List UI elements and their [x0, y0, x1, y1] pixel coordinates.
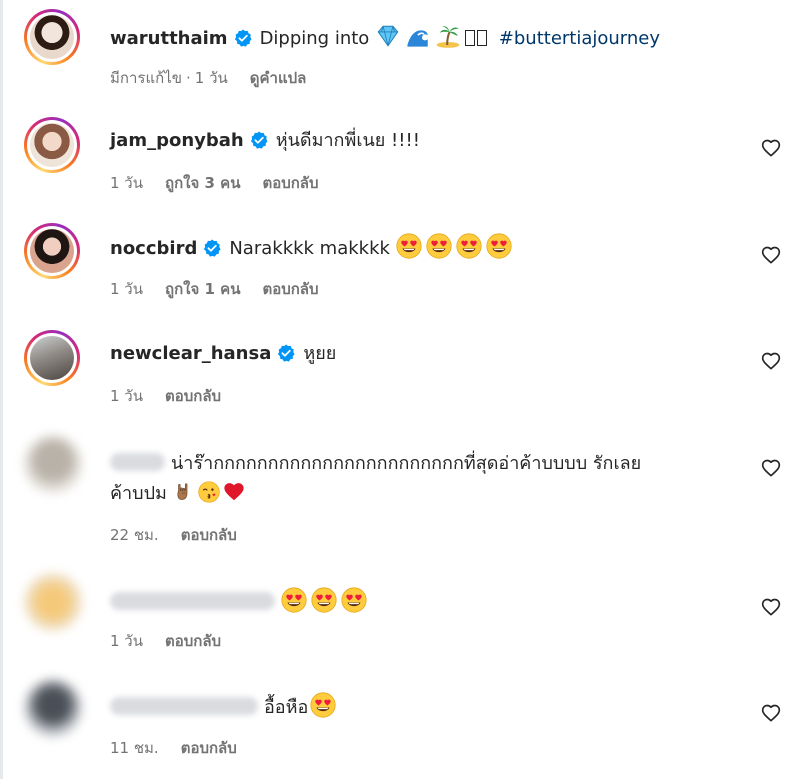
- avatar[interactable]: [24, 223, 80, 279]
- reply-button[interactable]: ตอบกลับ: [165, 387, 221, 405]
- comment-text: หูยย: [303, 343, 337, 364]
- wave-icon: [405, 23, 431, 49]
- verified-badge-icon: [250, 131, 268, 149]
- comment-text: อื้อหือ: [264, 697, 309, 718]
- timestamp[interactable]: 22 ชม.: [110, 526, 159, 544]
- username-blurred[interactable]: [110, 697, 258, 715]
- verified-badge-icon: [277, 344, 295, 362]
- reply-button[interactable]: ตอบกลับ: [165, 632, 221, 650]
- heart-eyes-icon: [310, 692, 336, 718]
- like-heart-icon[interactable]: [761, 597, 781, 617]
- like-heart-icon[interactable]: [761, 703, 781, 723]
- timestamp[interactable]: 1 วัน: [110, 632, 143, 650]
- rock-hand-icon: [173, 481, 195, 503]
- island-icon: [435, 23, 461, 49]
- comment-text: น่าร๊ากกกกกกกกกกกกกกกกกกกกกกกที่สุดอ่าค้…: [171, 453, 642, 474]
- heart-eyes-icon: [281, 587, 307, 613]
- comment-text: Narakkkk makkkk: [229, 238, 390, 259]
- red-heart-icon: [223, 481, 245, 503]
- missing-glyph-icon: [477, 30, 488, 46]
- heart-eyes-icon: [341, 587, 367, 613]
- heart-eyes-icon: [486, 233, 512, 259]
- reply-button[interactable]: ตอบกลับ: [262, 174, 318, 192]
- username[interactable]: jam_ponybah: [110, 130, 244, 151]
- reply-button[interactable]: ตอบกลับ: [262, 280, 318, 298]
- avatar[interactable]: [24, 435, 82, 493]
- avatar[interactable]: [24, 573, 82, 631]
- comment-text-line2: ค้าบปม: [110, 483, 167, 504]
- missing-glyph-icon: [465, 30, 476, 46]
- like-heart-icon[interactable]: [761, 245, 781, 265]
- likes-count[interactable]: ถูกใจ 1 คน: [165, 280, 240, 298]
- heart-eyes-icon: [456, 233, 482, 259]
- heart-eyes-icon: [426, 233, 452, 259]
- avatar[interactable]: [24, 9, 80, 65]
- timestamp[interactable]: 11 ชม.: [110, 739, 159, 757]
- like-heart-icon[interactable]: [761, 351, 781, 371]
- timestamp[interactable]: 1 วัน: [110, 174, 143, 192]
- reply-button[interactable]: ตอบกลับ: [181, 739, 237, 757]
- timestamp[interactable]: 1 วัน: [195, 69, 228, 87]
- avatar[interactable]: [24, 679, 82, 737]
- gem-icon: [375, 23, 401, 49]
- username-blurred[interactable]: [110, 453, 165, 471]
- avatar[interactable]: [24, 330, 80, 386]
- like-heart-icon[interactable]: [761, 138, 781, 158]
- caption-text: Dipping into: [259, 28, 370, 49]
- username-blurred[interactable]: [110, 592, 275, 610]
- reply-button[interactable]: ตอบกลับ: [181, 526, 237, 544]
- username[interactable]: newclear_hansa: [110, 343, 271, 364]
- hashtag-link[interactable]: #buttertiajourney: [499, 28, 660, 49]
- translate-button[interactable]: ดูคำแปล: [250, 69, 307, 87]
- heart-eyes-icon: [311, 587, 337, 613]
- username[interactable]: noccbird: [110, 238, 197, 259]
- like-heart-icon[interactable]: [761, 458, 781, 478]
- username[interactable]: warutthaim: [110, 28, 228, 49]
- verified-badge-icon: [203, 239, 221, 257]
- left-divider: [0, 0, 3, 779]
- comment-text: หุ่นดีมากพี่เนย !!!!: [275, 130, 420, 151]
- kiss-face-icon: [198, 481, 220, 503]
- avatar[interactable]: [24, 117, 80, 173]
- timestamp[interactable]: 1 วัน: [110, 280, 143, 298]
- verified-badge-icon: [234, 29, 252, 47]
- heart-eyes-icon: [396, 233, 422, 259]
- likes-count[interactable]: ถูกใจ 3 คน: [165, 174, 240, 192]
- edited-label: มีการแก้ไข: [110, 69, 182, 87]
- timestamp[interactable]: 1 วัน: [110, 387, 143, 405]
